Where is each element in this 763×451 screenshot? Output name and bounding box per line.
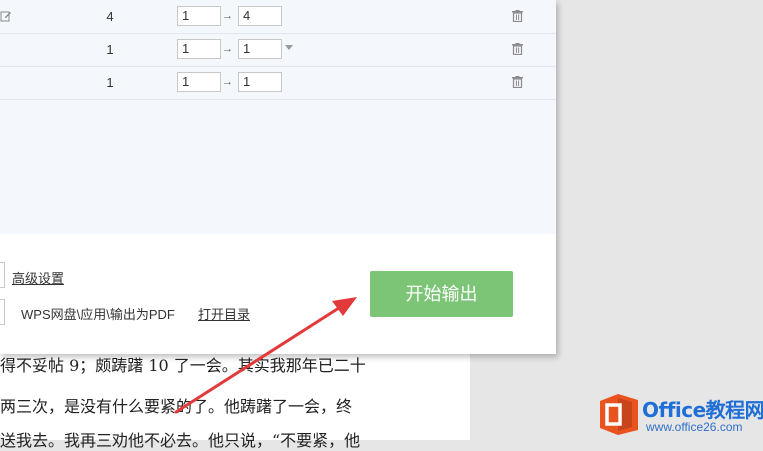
watermark-name: Office教程网 (642, 398, 763, 422)
office-logo-icon (600, 394, 638, 435)
watermark-logo: Office教程网 www.office26.com (598, 392, 763, 440)
watermark-url: www.office26.com (646, 420, 743, 434)
annotation-arrow (174, 297, 357, 414)
